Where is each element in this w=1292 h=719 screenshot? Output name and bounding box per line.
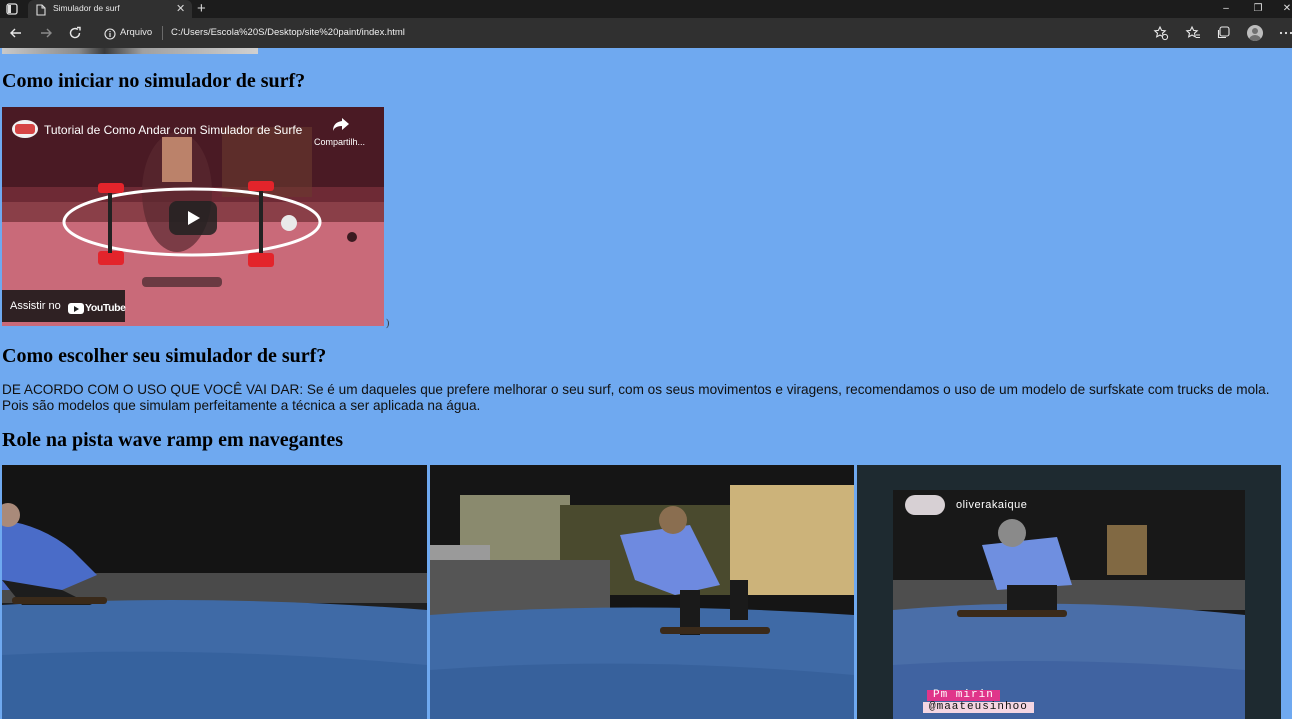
youtube-play-icon bbox=[68, 302, 84, 314]
tab-close-icon[interactable]: ✕ bbox=[176, 1, 185, 17]
story-avatar bbox=[905, 495, 945, 515]
tab-bar: Simulador de surf ✕ + – ❐ ✕ bbox=[0, 0, 1292, 18]
ramp-photo-1-image bbox=[2, 465, 427, 719]
close-window-button[interactable]: ✕ bbox=[1276, 0, 1292, 18]
ramp-photo-2 bbox=[430, 465, 854, 719]
channel-logo-icon[interactable] bbox=[12, 120, 38, 138]
heading-how-to-start: Como iniciar no simulador de surf? bbox=[2, 70, 306, 92]
restore-button[interactable]: ❐ bbox=[1247, 0, 1269, 18]
collections-icon[interactable] bbox=[1216, 25, 1232, 41]
story-tag-1: Pm mirin bbox=[927, 690, 1000, 701]
new-tab-button[interactable]: + bbox=[197, 0, 206, 18]
back-icon[interactable] bbox=[8, 25, 24, 41]
page-icon bbox=[36, 3, 46, 16]
youtube-video-embed[interactable]: Tutorial de Como Andar com Simulador de … bbox=[2, 107, 384, 326]
forward-icon[interactable] bbox=[38, 25, 54, 41]
share-label[interactable]: Compartilh... bbox=[314, 137, 365, 147]
profile-icon[interactable] bbox=[1247, 25, 1263, 41]
browser-tab[interactable]: Simulador de surf ✕ bbox=[28, 0, 192, 18]
heading-how-to-choose: Como escolher seu simulador de surf? bbox=[2, 345, 327, 367]
refresh-icon[interactable] bbox=[67, 25, 83, 41]
top-image-strip bbox=[2, 48, 258, 54]
address-toolbar: Arquivo C:/Users/Escola%20S/Desktop/site… bbox=[0, 18, 1292, 48]
heading-wave-ramp: Role na pista wave ramp em navegantes bbox=[2, 429, 344, 451]
ramp-photo-3: oliverakaique Pm mirin @maateusinhoo bbox=[857, 465, 1281, 719]
choose-paragraph: DE ACORDO COM O USO QUE VOCÊ VAI DAR: Se… bbox=[2, 382, 1270, 413]
story-username: oliverakaique bbox=[956, 499, 1028, 511]
story-tag-2: @maateusinhoo bbox=[923, 702, 1034, 713]
url-separator bbox=[162, 26, 163, 40]
more-icon[interactable] bbox=[1278, 25, 1292, 41]
play-button-icon[interactable] bbox=[169, 201, 217, 235]
ramp-photo-1 bbox=[2, 465, 427, 719]
watch-on-label: Assistir no bbox=[10, 300, 61, 312]
ramp-photo-2-image bbox=[430, 465, 854, 719]
stray-text: ) bbox=[386, 318, 390, 329]
address-bar[interactable]: C:/Users/Escola%20S/Desktop/site%20paint… bbox=[171, 27, 405, 38]
youtube-wordmark: YouTube bbox=[85, 302, 126, 315]
favorite-add-icon[interactable] bbox=[1153, 25, 1169, 41]
video-title[interactable]: Tutorial de Como Andar com Simulador de … bbox=[44, 123, 302, 137]
sidebar-icon[interactable] bbox=[5, 2, 19, 16]
site-info-label[interactable]: Arquivo bbox=[120, 27, 152, 38]
info-icon[interactable] bbox=[104, 27, 116, 40]
share-icon[interactable] bbox=[332, 116, 350, 132]
minimize-button[interactable]: – bbox=[1215, 0, 1237, 18]
favorites-icon[interactable] bbox=[1185, 25, 1201, 41]
page-content: Como iniciar no simulador de surf? Tutor… bbox=[0, 48, 1292, 719]
tab-title: Simulador de surf bbox=[53, 3, 120, 13]
youtube-logo: YouTube bbox=[68, 299, 126, 315]
watch-on-youtube-button[interactable]: Assistir no YouTube bbox=[2, 290, 126, 322]
